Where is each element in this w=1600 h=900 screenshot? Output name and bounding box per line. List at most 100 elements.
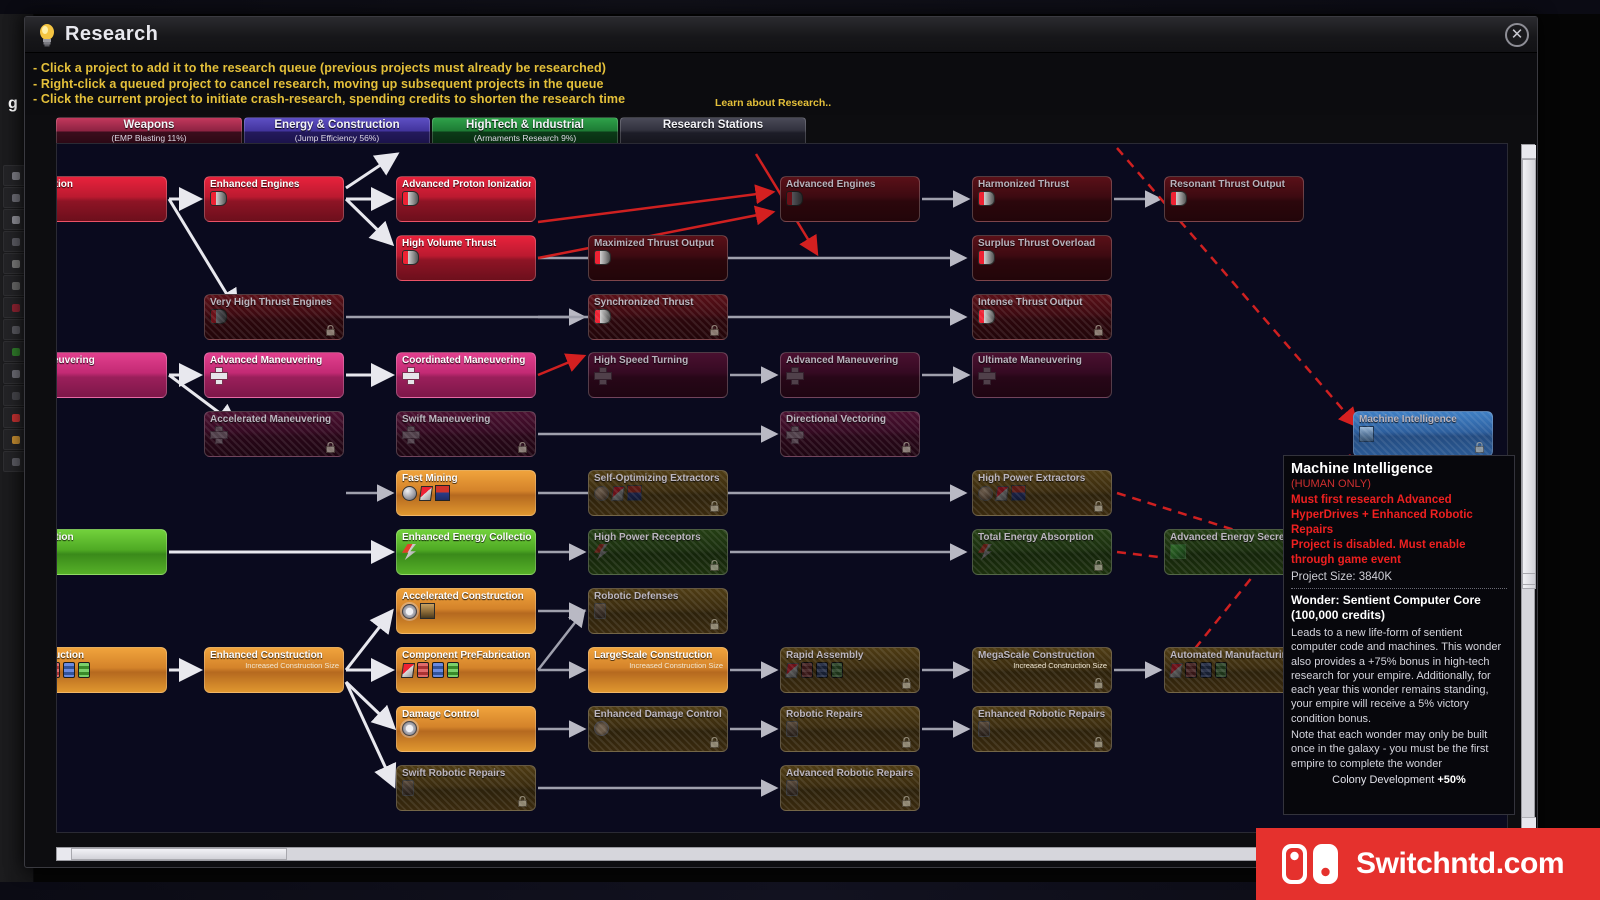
research-node-label: Harmonized Thrust	[978, 179, 1070, 190]
research-node[interactable]: Ultimate Maneuvering	[972, 352, 1112, 398]
horizontal-scroll-thumb[interactable]	[71, 848, 287, 860]
ai-core-icon	[1359, 426, 1374, 442]
lock-icon	[326, 440, 335, 453]
close-icon[interactable]: ✕	[1505, 23, 1529, 47]
research-node-label: Advanced Engines	[786, 179, 876, 190]
tooltip-bonus: Colony Development +50%	[1291, 773, 1507, 787]
research-node[interactable]: High Power Extractors	[972, 470, 1112, 516]
research-node[interactable]: Enhanced Robotic Repairs	[972, 706, 1112, 752]
research-node[interactable]: Advanced Proton Ionization	[396, 176, 536, 222]
lock-icon	[326, 323, 335, 336]
research-node[interactable]: Accelerated Construction	[396, 588, 536, 634]
engine-icon	[978, 309, 995, 324]
resource-barrel-icon	[57, 662, 60, 678]
research-node-label: Advanced Robotic Repairs	[786, 768, 914, 779]
tooltip-bonus-label: Colony Development	[1332, 773, 1435, 786]
lock-icon	[518, 794, 527, 807]
research-node[interactable]: Advanced Maneuvering	[780, 352, 920, 398]
asteroid-icon	[594, 485, 609, 501]
research-node[interactable]: Surplus Thrust Overload	[972, 235, 1112, 281]
research-node[interactable]: Self-Optimizing Extractors	[588, 470, 728, 516]
research-node-icons	[978, 309, 995, 324]
research-node-icons	[978, 191, 995, 206]
research-node[interactable]: Enhanced Damage Control	[588, 706, 728, 752]
research-node[interactable]: Resonant Thrust Output	[1164, 176, 1304, 222]
research-node-icons	[594, 485, 642, 501]
research-node[interactable]: Enhanced Energy Collection	[396, 529, 536, 575]
research-node[interactable]: Synchronized Thrust	[588, 294, 728, 340]
research-node[interactable]: ...lection	[57, 529, 167, 575]
research-node[interactable]: Maneuvering	[57, 352, 167, 398]
research-node-icons	[210, 309, 227, 324]
tab-energy[interactable]: Energy & Construction (Jump Efficiency 56…	[244, 117, 430, 145]
research-node[interactable]: Accelerated Maneuvering	[204, 411, 344, 457]
resource-barrel-icon	[816, 662, 828, 678]
research-node[interactable]: Machine Intelligence	[1353, 411, 1493, 457]
research-node-sublabel: Increased Construction Size	[245, 661, 339, 670]
research-node-label: High Speed Turning	[594, 355, 689, 366]
research-node-label: Total Energy Absorption	[978, 532, 1094, 543]
research-node-label: Rapid Assembly	[786, 650, 864, 661]
research-node[interactable]: Component PreFabrication	[396, 647, 536, 693]
research-node[interactable]: Advanced Engines	[780, 176, 920, 222]
research-node[interactable]: MegaScale Construction Increased Construc…	[972, 647, 1112, 693]
research-node-icons	[594, 309, 611, 324]
lock-icon	[710, 558, 719, 571]
research-node[interactable]: High Speed Turning	[588, 352, 728, 398]
research-node[interactable]: Swift Robotic Repairs	[396, 765, 536, 811]
research-node[interactable]: High Volume Thrust	[396, 235, 536, 281]
scroll-left-arrow[interactable]	[57, 848, 71, 860]
research-node-icons	[402, 544, 416, 560]
research-node[interactable]: Directional Vectoring	[780, 411, 920, 457]
robot-icon	[786, 721, 798, 737]
research-node-icons	[57, 662, 90, 678]
research-node[interactable]: Maximized Thrust Output	[588, 235, 728, 281]
research-node-icons	[594, 250, 611, 265]
lock-icon	[1094, 323, 1103, 336]
research-node[interactable]: Harmonized Thrust	[972, 176, 1112, 222]
tab-weapons[interactable]: Weapons (EMP Blasting 11%)	[56, 117, 242, 145]
research-node[interactable]: ...struction	[57, 647, 167, 693]
research-node-label: Coordinated Maneuvering	[402, 355, 526, 366]
research-node-label: High Power Extractors	[978, 473, 1086, 484]
research-node-icons	[786, 780, 798, 796]
research-node[interactable]: Rapid Assembly	[780, 647, 920, 693]
research-node[interactable]: High Power Receptors	[588, 529, 728, 575]
research-node-icons	[1168, 662, 1227, 678]
vertical-scroll-grip[interactable]	[1522, 573, 1536, 585]
vertical-scrollbar[interactable]	[1521, 144, 1536, 832]
research-node[interactable]: Advanced Maneuvering	[204, 352, 344, 398]
tab-hightech[interactable]: HighTech & Industrial (Armaments Research…	[432, 117, 618, 145]
tooltip-warning-prereq: Must first research Advanced HyperDrives…	[1291, 494, 1473, 536]
window-titlebar: Research ✕	[25, 17, 1537, 53]
research-node[interactable]: Damage Control	[396, 706, 536, 752]
scroll-up-arrow[interactable]	[1522, 145, 1536, 159]
research-node-icons	[1170, 191, 1187, 206]
robot-icon	[402, 780, 414, 796]
research-node-icons	[978, 367, 996, 385]
research-node-icons	[784, 662, 843, 678]
lock-icon	[902, 794, 911, 807]
research-node[interactable]: Very High Thrust Engines	[204, 294, 344, 340]
research-node[interactable]: LargeScale Construction Increased Constru…	[588, 647, 728, 693]
tab-stations[interactable]: Research Stations	[620, 117, 806, 145]
research-node[interactable]: ...ization	[57, 176, 167, 222]
engine-icon	[978, 250, 995, 265]
research-node[interactable]: Robotic Repairs	[780, 706, 920, 752]
research-node[interactable]: Intense Thrust Output	[972, 294, 1112, 340]
research-node[interactable]: Robotic Defenses	[588, 588, 728, 634]
vertical-scroll-thumb[interactable]	[1522, 159, 1536, 589]
resource-barrel-icon	[63, 662, 75, 678]
research-node[interactable]: Advanced Robotic Repairs	[780, 765, 920, 811]
tab-sublabel: (EMP Blasting 11%)	[111, 133, 187, 143]
tab-label: Energy & Construction	[274, 119, 400, 131]
thruster-cross-icon	[786, 426, 804, 444]
tooltip-bonus-value: +50%	[1437, 773, 1466, 786]
research-node[interactable]: Swift Maneuvering	[396, 411, 536, 457]
research-node[interactable]: Enhanced Construction Increased Construct…	[204, 647, 344, 693]
learn-about-research-link[interactable]: Learn about Research..	[715, 97, 831, 109]
research-node[interactable]: Fast Mining	[396, 470, 536, 516]
research-node[interactable]: Total Energy Absorption	[972, 529, 1112, 575]
research-node[interactable]: Coordinated Maneuvering	[396, 352, 536, 398]
research-node[interactable]: Enhanced Engines	[204, 176, 344, 222]
